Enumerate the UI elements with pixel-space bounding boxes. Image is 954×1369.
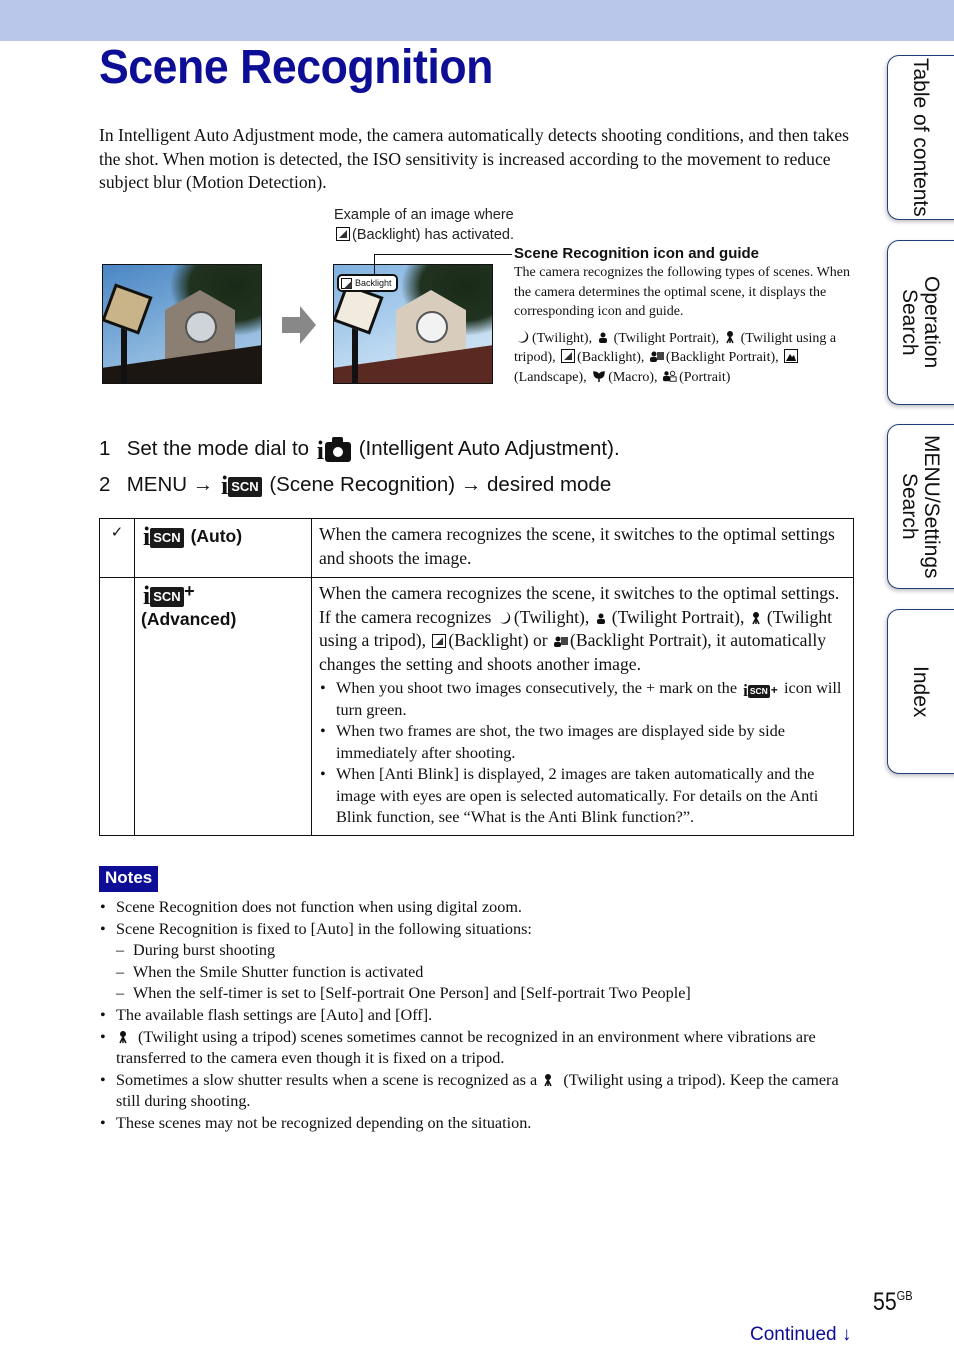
tab-index[interactable]: Index (887, 609, 954, 774)
twilight-portrait-icon (596, 612, 609, 624)
twilight-tripod-icon (725, 330, 739, 343)
caption-line-1: Example of an image where (334, 207, 514, 223)
steps: 1 Set the mode dial to i (Intelligent Au… (99, 431, 620, 503)
backlight-icon (561, 349, 576, 363)
list-item: When the self-timer is set to [Self-port… (116, 983, 859, 1005)
guide-heading: Scene Recognition icon and guide (514, 245, 760, 262)
table-row[interactable]: i SCN + (Advanced) When the camera recogni… (99, 577, 854, 836)
list-item: Scene Recognition does not function when… (99, 897, 859, 919)
default-check-icon: ✓ (99, 518, 135, 578)
mode-name-advanced: i SCN + (Advanced) (134, 577, 312, 836)
scene-guide: Scene Recognition icon and guide The cam… (514, 244, 859, 387)
backlight-portrait-icon (554, 636, 569, 647)
notes-sublist: During burst shooting When the Smile Shu… (116, 940, 859, 1005)
step-2: 2 MENU → i SCN (Scene Recognition) → desi… (99, 471, 612, 500)
twilight-tripod-icon (544, 1073, 558, 1087)
tab-menu-settings-search[interactable]: MENU/Settings Search (887, 424, 954, 589)
tab-table-of-contents[interactable]: Table of contents (887, 55, 954, 220)
page-number: 55GB (873, 1288, 913, 1316)
list-item: When the Smile Shutter function is activ… (116, 962, 859, 984)
list-item: During burst shooting (116, 940, 859, 962)
guide-description: The camera recognizes the following type… (514, 265, 850, 319)
arrow-icon: → (460, 473, 482, 496)
backlight-badge: Backlight (337, 274, 398, 292)
twilight-icon (518, 330, 529, 343)
list-item: When you shoot two images consecutively,… (319, 677, 846, 720)
mode-name-auto: i SCN (Auto) (134, 518, 312, 578)
list-item: Scene Recognition is fixed to [Auto] in … (99, 919, 859, 1005)
backlight-badge-label: Backlight (355, 278, 392, 288)
mode-desc-advanced: When the camera recognizes the scene, it… (311, 577, 854, 836)
page-title: Scene Recognition (99, 41, 493, 94)
scene-recognition-advanced-icon: i SCN + (743, 681, 778, 700)
mode-desc-auto: When the camera recognizes the scene, it… (311, 518, 854, 578)
backlight-portrait-icon (649, 351, 664, 362)
notes-label: Notes (99, 866, 159, 892)
macro-icon (593, 370, 605, 382)
twilight-tripod-icon (119, 1030, 132, 1043)
backlight-icon (336, 227, 350, 241)
list-item: These scenes may not be recognized depen… (99, 1113, 859, 1135)
list-item: When [Anti Blink] is displayed, 2 images… (319, 763, 846, 828)
tab-operation-search[interactable]: Operation Search (887, 240, 954, 405)
scene-recognition-advanced-icon: i SCN + (143, 581, 195, 610)
caption-line-2: (Backlight) has activated. (352, 227, 514, 243)
figure-caption: Example of an image where (Backlight) ha… (334, 205, 514, 245)
down-arrow-icon: ↓ (841, 1324, 852, 1345)
landscape-icon (784, 349, 799, 363)
twilight-tripod-icon (752, 611, 765, 624)
list-item: Sometimes a slow shutter results when a … (99, 1070, 859, 1113)
modes-table: ✓ i SCN (Auto) When the camera recognizes… (99, 518, 854, 836)
list-item: When two frames are shot, the two images… (319, 720, 846, 763)
check-cell-empty (99, 577, 135, 836)
leader-line (374, 254, 512, 274)
menu-label: MENU (126, 473, 188, 496)
notes-list: Scene Recognition does not function when… (99, 897, 859, 1135)
before-photo (102, 264, 262, 384)
continued-link[interactable]: Continued ↓ (750, 1324, 851, 1346)
twilight-icon (499, 611, 511, 624)
backlight-icon (432, 634, 447, 648)
twilight-portrait-icon (598, 331, 611, 343)
table-row[interactable]: ✓ i SCN (Auto) When the camera recognizes… (99, 518, 854, 578)
step-1: 1 Set the mode dial to i (Intelligent Au… (99, 436, 620, 465)
scene-list: (Twilight), (Twilight Portrait), (Twilig… (514, 330, 837, 385)
scene-recognition-icon: i SCN (221, 473, 262, 499)
arrow-icon: → (192, 473, 214, 496)
portrait-icon (663, 370, 677, 382)
intro-paragraph: In Intelligent Auto Adjustment mode, the… (99, 125, 850, 192)
backlight-icon (341, 277, 352, 289)
scene-recognition-auto-icon: i SCN (143, 524, 184, 550)
intelligent-auto-icon: i (317, 437, 351, 464)
list-item: The available flash settings are [Auto] … (99, 1005, 859, 1027)
list-item: (Twilight using a tripod) scenes sometim… (99, 1027, 859, 1070)
right-arrow-icon (282, 306, 316, 344)
advanced-bullets: When you shoot two images consecutively,… (319, 677, 846, 828)
after-photo: Backlight (333, 264, 493, 384)
top-banner (0, 0, 954, 41)
